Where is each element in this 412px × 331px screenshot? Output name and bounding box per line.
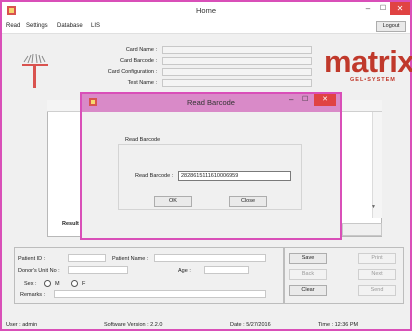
ok-button[interactable]: OK (154, 196, 192, 207)
status-date: Date : 5/27/2016 (230, 322, 271, 328)
card-name-field (162, 46, 312, 54)
gel-system-tagline: GEL•SYSTEM (350, 77, 396, 83)
window-title: Home (195, 6, 216, 15)
age-input[interactable] (204, 266, 249, 274)
remarks-input[interactable] (54, 290, 266, 298)
patient-id-input[interactable] (68, 254, 106, 262)
result-value-box (342, 223, 382, 236)
menu-database[interactable]: Database (57, 23, 83, 29)
status-user: User : admin (6, 322, 38, 328)
dialog-maximize-icon[interactable]: ☐ (302, 95, 308, 103)
title-bar: Home – ☐ ✕ (2, 2, 410, 20)
sex-female-radio[interactable] (71, 280, 78, 287)
card-configuration-field (162, 68, 312, 76)
donor-unit-input[interactable] (68, 266, 128, 274)
read-barcode-label: Read Barcode : (135, 173, 174, 179)
dialog-close-icon[interactable]: ✕ (314, 94, 336, 106)
status-time: Time : 12:36 PM (318, 322, 359, 328)
card-barcode-label: Card Barcode : (120, 58, 157, 64)
menu-bar: Read Settings Database LIS Logout (2, 20, 410, 34)
gel-card-logo-icon (22, 53, 48, 88)
save-button[interactable]: Save (289, 253, 327, 264)
barcode-input[interactable]: 282861511161000695​9 (178, 171, 291, 181)
sex-male-radio[interactable] (44, 280, 51, 287)
print-button[interactable]: Print (358, 253, 396, 264)
next-button[interactable]: Next (358, 269, 396, 280)
card-configuration-label: Card Configuration : (107, 69, 157, 75)
remarks-label: Remarks : (20, 292, 46, 298)
maximize-icon[interactable]: ☐ (376, 2, 390, 15)
menu-read[interactable]: Read (6, 23, 20, 29)
menu-lis[interactable]: LIS (91, 23, 100, 29)
patient-id-label: Patient ID : (18, 256, 46, 262)
read-barcode-group-caption: Read Barcode (123, 137, 163, 143)
back-button[interactable]: Back (289, 269, 327, 280)
card-barcode-field (162, 57, 312, 65)
chevron-down-icon[interactable]: ▼ (371, 204, 376, 210)
test-name-label: Test Name : (127, 80, 157, 86)
send-button[interactable]: Send (358, 285, 396, 296)
logout-button[interactable]: Logout (376, 21, 406, 32)
patient-name-label: Patient Name : (112, 256, 149, 262)
age-label: Age : (178, 268, 191, 274)
dialog-close-button[interactable]: Close (229, 196, 267, 207)
matrix-logo: matrix (324, 44, 412, 79)
sex-label: Sex : (24, 281, 37, 287)
close-icon[interactable]: ✕ (390, 2, 410, 15)
sex-female-label: F (82, 281, 86, 287)
patient-name-input[interactable] (154, 254, 266, 262)
dialog-title-bar: Read Barcode – ☐ ✕ (82, 94, 340, 112)
clear-button[interactable]: Clear (289, 285, 327, 296)
status-software-version: Software Version : 2.2.0 (104, 322, 163, 328)
results-scrollbar[interactable] (372, 112, 382, 218)
menu-settings[interactable]: Settings (26, 23, 48, 29)
sex-male-label: M (55, 281, 60, 287)
read-barcode-dialog: Read Barcode – ☐ ✕ Read Barcode Read Bar… (80, 92, 342, 240)
test-name-field (162, 79, 312, 87)
dialog-minimize-icon[interactable]: – (289, 95, 293, 104)
donor-unit-label: Donor's Unit No : (18, 268, 60, 274)
card-name-label: Card Name : (125, 47, 157, 53)
minimize-icon[interactable]: – (361, 2, 375, 15)
